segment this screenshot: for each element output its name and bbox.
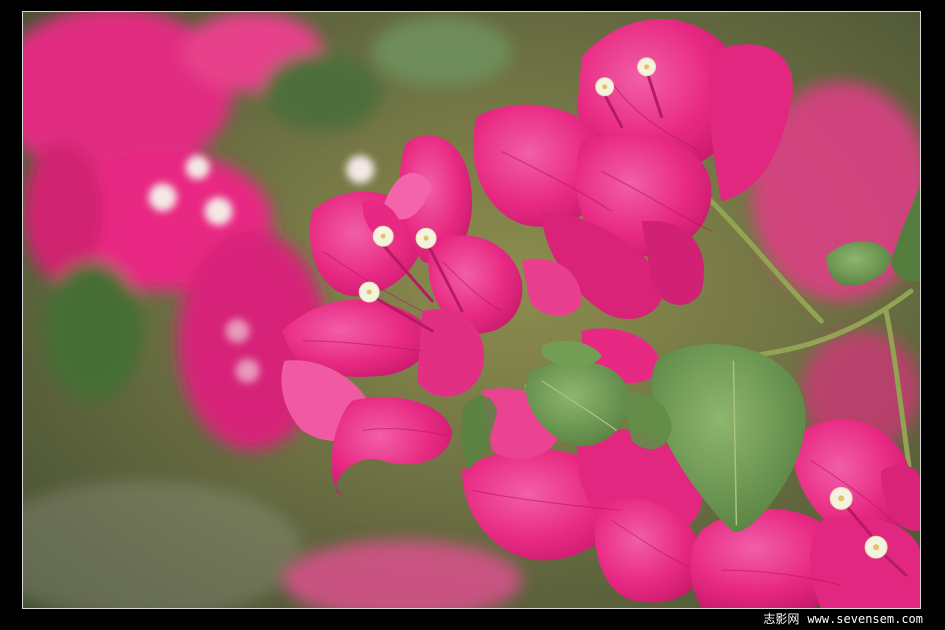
bougainvillea-image — [23, 12, 920, 608]
watermark-url: www.sevensem.com — [807, 612, 923, 626]
photo-frame: 志影网 www.sevensem.com — [0, 0, 945, 630]
watermark-brand: 志影网 — [763, 612, 800, 626]
watermark-caption: 志影网 www.sevensem.com — [763, 611, 923, 628]
photo-bougainvillea — [22, 11, 921, 609]
